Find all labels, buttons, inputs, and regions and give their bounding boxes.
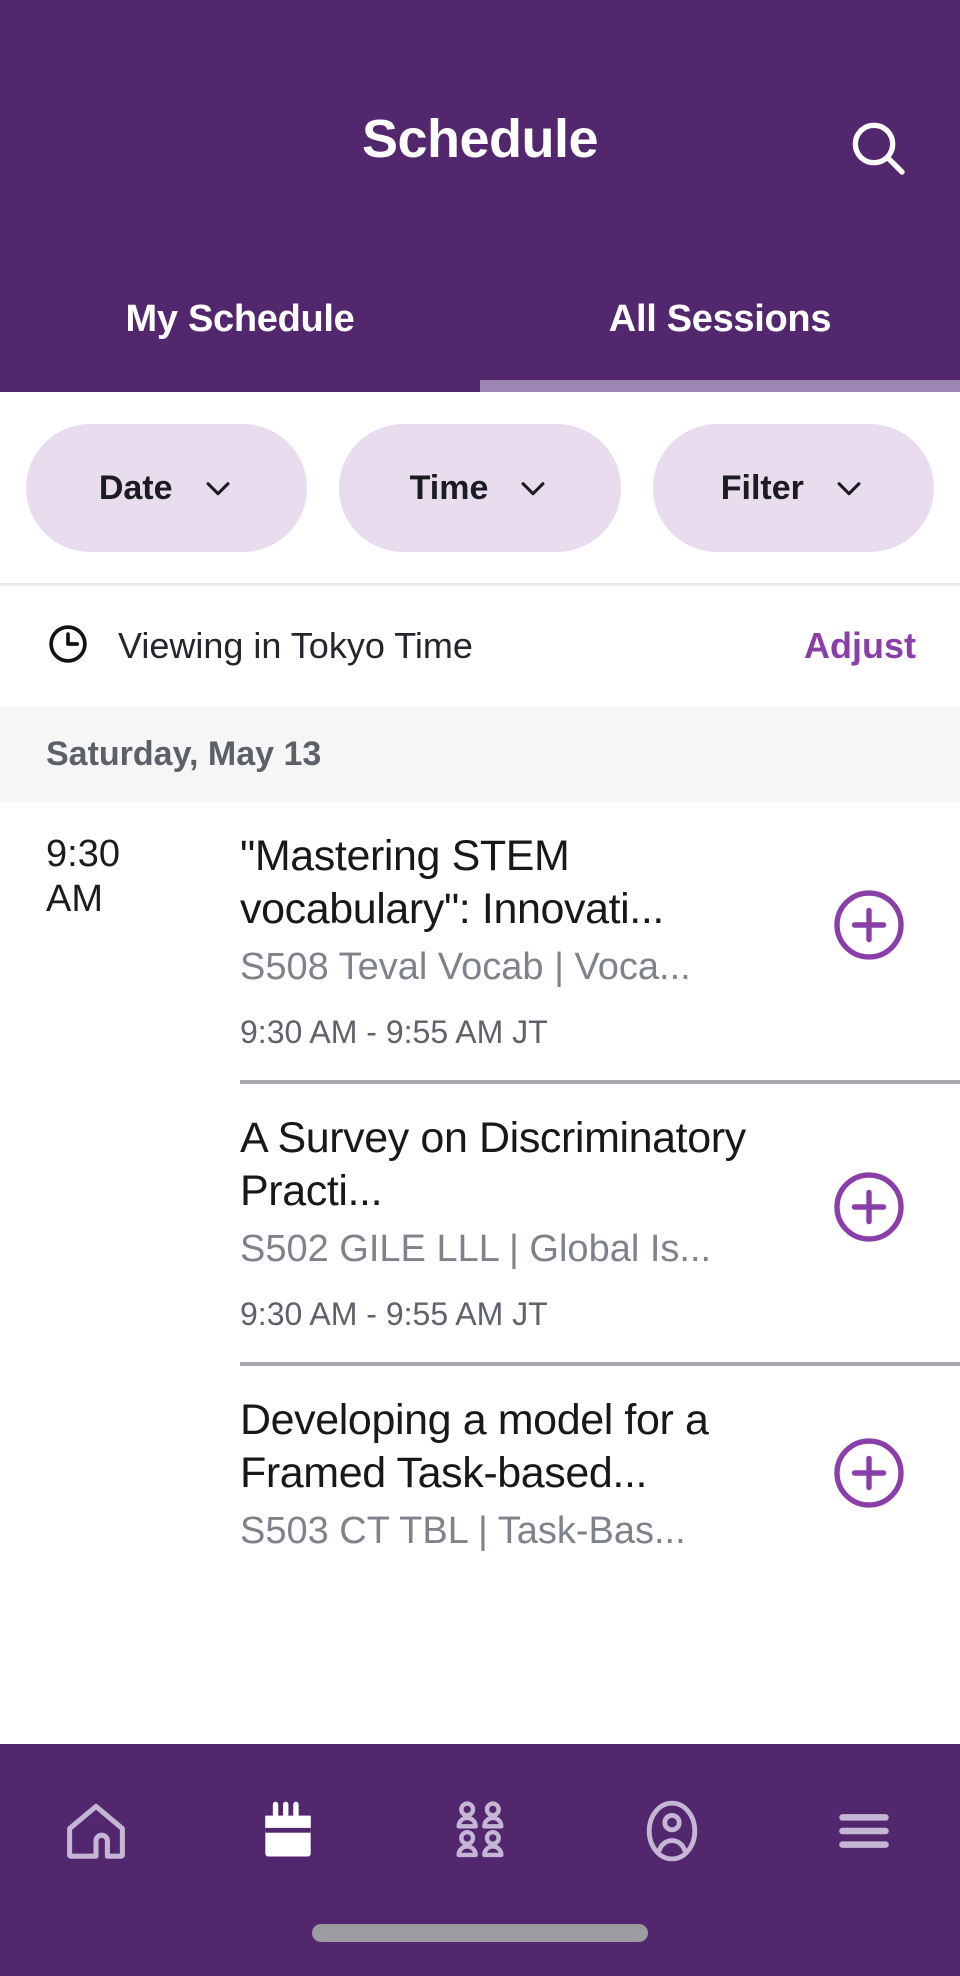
plus-circle-icon[interactable] [828,1166,910,1248]
menu-icon [830,1797,898,1870]
date-filter-chip[interactable]: Date [26,423,308,552]
session-add-action[interactable] [804,1366,960,1580]
session-add-action[interactable] [804,1084,960,1330]
session-title: A Survey on Discriminatory Practi... [240,1114,746,1216]
plus-circle-icon[interactable] [828,1432,910,1514]
filter-chip[interactable]: Filter [652,423,934,552]
time-filter-chip[interactable]: Time [339,423,621,552]
home-indicator [312,1924,648,1942]
nav-item-home[interactable] [0,1788,192,1878]
timezone-label: Viewing in Tokyo Time [118,625,473,666]
bottom-navigation-bar [0,1744,960,1976]
session-title: Developing a model for a Framed Task-bas… [240,1396,709,1498]
session-list-item[interactable]: 9:30 AM "Mastering STEM vocabulary": Inn… [0,802,960,1048]
profile-icon [636,1795,708,1872]
session-time-hour: 9:30 [46,833,120,875]
session-time-range: 9:30 AM - 9:55 AM JT [240,1296,548,1333]
date-filter-label: Date [98,468,173,507]
timezone-bar: Viewing in Tokyo Time Adjust [0,586,960,706]
attendees-icon [445,1796,515,1871]
nav-item-schedule[interactable] [192,1788,384,1878]
timezone-info: Viewing in Tokyo Time [46,622,804,671]
chevron-down-icon [516,471,550,505]
session-time-gutter: 9:30 AM [46,802,240,922]
nav-item-profile[interactable] [576,1788,768,1878]
app-header: Schedule My Schedule All Sessions [0,0,960,392]
filter-chips-row: Date Time Filter [0,392,960,586]
tab-my-schedule-label: My Schedule [125,298,355,340]
tab-all-sessions-label: All Sessions [608,298,832,340]
tab-my-schedule[interactable]: My Schedule [0,292,480,392]
filter-chip-label: Filter [720,468,804,507]
clock-icon [46,622,90,671]
page-title: Schedule [361,109,599,169]
home-icon [60,1795,132,1872]
search-icon [846,116,910,180]
session-list-item[interactable]: A Survey on Discriminatory Practi... S50… [0,1084,960,1330]
session-list-item[interactable]: Developing a model for a Framed Task-bas… [0,1366,960,1580]
session-add-action[interactable] [804,802,960,1048]
chevron-down-icon [201,471,235,505]
header-bar: Schedule [0,0,960,300]
session-time-gutter [46,1366,240,1396]
adjust-timezone-link[interactable]: Adjust [804,628,916,664]
nav-item-attendees[interactable] [384,1788,576,1878]
time-filter-label: Time [409,468,489,507]
tab-all-sessions[interactable]: All Sessions [480,292,960,392]
session-subtitle: S508 Teval Vocab | Voca... [240,945,691,988]
schedule-app-screen: Schedule My Schedule All Sessions Date T… [0,0,960,1976]
plus-circle-icon[interactable] [828,884,910,966]
session-subtitle: S502 GILE LLL | Global Is... [240,1227,712,1270]
session-details[interactable]: "Mastering STEM vocabulary": Innovati...… [240,802,804,1048]
nav-item-menu[interactable] [768,1788,960,1878]
day-header: Saturday, May 13 [0,706,960,802]
search-button[interactable] [840,110,916,186]
session-time-gutter [46,1084,240,1114]
session-time-meridiem: AM [46,877,103,920]
session-title: "Mastering STEM vocabulary": Innovati... [240,832,664,934]
calendar-icon [254,1797,322,1870]
chevron-down-icon [832,471,866,505]
session-time-range: 9:30 AM - 9:55 AM JT [240,1014,548,1051]
session-list[interactable]: 9:30 AM "Mastering STEM vocabulary": Inn… [0,802,960,1744]
day-header-label: Saturday, May 13 [46,735,322,773]
schedule-tabs: My Schedule All Sessions [0,292,960,392]
session-details[interactable]: A Survey on Discriminatory Practi... S50… [240,1084,804,1330]
session-subtitle: S503 CT TBL | Task-Bas... [240,1509,686,1552]
session-details[interactable]: Developing a model for a Framed Task-bas… [240,1366,804,1580]
